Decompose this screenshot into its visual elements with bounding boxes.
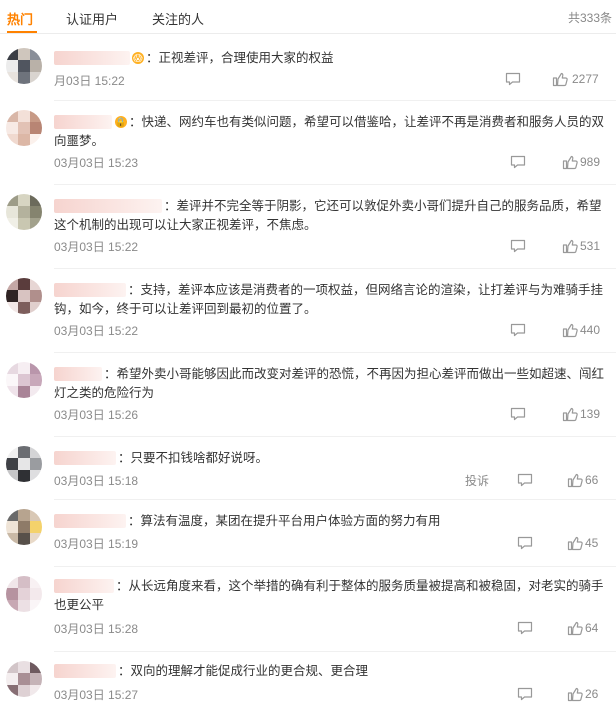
reply-bubble-icon[interactable] bbox=[505, 72, 521, 91]
active-tab-indicator bbox=[7, 31, 37, 33]
divider bbox=[54, 566, 616, 567]
like-thumb-icon[interactable] bbox=[552, 71, 568, 92]
comment-text: ：差评并不完全等于阴影，它还可以敦促外卖小哥们提升自己的服务品质，希望这个机制的… bbox=[54, 199, 602, 232]
divider bbox=[54, 268, 616, 269]
avatar[interactable] bbox=[6, 278, 42, 314]
avatar[interactable] bbox=[6, 194, 42, 230]
divider bbox=[54, 352, 616, 353]
reply-bubble-icon[interactable] bbox=[517, 536, 533, 555]
like-thumb-icon[interactable] bbox=[567, 472, 583, 493]
comment-time: 03月03日 15:28 bbox=[54, 622, 139, 636]
avatar[interactable] bbox=[6, 509, 42, 545]
like-count: 989 bbox=[580, 155, 601, 169]
like-thumb-icon[interactable] bbox=[562, 154, 578, 175]
tab-following[interactable]: 关注的人 bbox=[152, 9, 204, 28]
like-count: 45 bbox=[585, 536, 599, 550]
like-thumb-icon[interactable] bbox=[567, 620, 583, 641]
comment-time: 03月03日 15:27 bbox=[54, 688, 139, 702]
comment-text: ：从长远角度来看，这个举措的确有利于整体的服务质量被提高和被稳固，对老实的骑手也… bbox=[54, 579, 604, 612]
like-thumb-icon[interactable] bbox=[567, 535, 583, 556]
like-count: 64 bbox=[585, 621, 599, 635]
avatar[interactable] bbox=[6, 110, 42, 146]
comment-time: 03月03日 15:22 bbox=[54, 240, 139, 254]
avatar[interactable] bbox=[6, 576, 42, 612]
reply-bubble-icon[interactable] bbox=[510, 239, 526, 258]
tab-hot[interactable]: 热门 bbox=[7, 9, 33, 28]
comment-time: 03月03日 15:23 bbox=[54, 156, 139, 170]
like-count: 139 bbox=[580, 407, 601, 421]
comment-text: ：支持，差评本应该是消费者的一项权益，但网络言论的渲染，让打差评与为难骑手挂钩，… bbox=[54, 283, 604, 316]
divider bbox=[54, 100, 616, 101]
like-count: 2277 bbox=[572, 72, 599, 86]
comment-tabs: 热门 认证用户 关注的人 共333条 bbox=[0, 0, 616, 34]
reply-bubble-icon[interactable] bbox=[510, 323, 526, 342]
reply-bubble-icon[interactable] bbox=[517, 687, 533, 706]
comment-text: ：只要不扣钱啥都好说呀。 bbox=[118, 451, 269, 465]
divider bbox=[54, 184, 616, 185]
comment-time: 月03日 15:22 bbox=[54, 74, 125, 88]
like-count: 440 bbox=[580, 323, 601, 337]
like-thumb-icon[interactable] bbox=[562, 322, 578, 343]
avatar[interactable] bbox=[6, 362, 42, 398]
divider bbox=[54, 499, 616, 500]
divider bbox=[54, 436, 616, 437]
avatar[interactable] bbox=[6, 446, 42, 482]
like-thumb-icon[interactable] bbox=[562, 238, 578, 259]
comment-time: 03月03日 15:26 bbox=[54, 408, 139, 422]
comment-text: ：希望外卖小哥能够因此而改变对差评的恐慌，不再因为担心差评而做出一些如超速、闯红… bbox=[54, 367, 605, 400]
reply-bubble-icon[interactable] bbox=[510, 155, 526, 174]
comment-time: 03月03日 15:22 bbox=[54, 324, 139, 338]
like-count: 531 bbox=[580, 239, 601, 253]
like-thumb-icon[interactable] bbox=[567, 686, 583, 707]
avatar[interactable] bbox=[6, 661, 42, 697]
avatar[interactable] bbox=[6, 48, 42, 84]
report-button[interactable]: 投诉 bbox=[465, 472, 489, 489]
divider bbox=[54, 651, 616, 652]
reply-bubble-icon[interactable] bbox=[517, 473, 533, 492]
comment-total: 共333条 bbox=[567, 11, 612, 25]
comment-text: ：算法有温度，某团在提升平台用户体验方面的努力有用 bbox=[128, 514, 441, 528]
tab-verified-users[interactable]: 认证用户 bbox=[66, 9, 118, 28]
comment-text: ：正视差评，合理使用大家的权益 bbox=[146, 51, 334, 65]
reply-bubble-icon[interactable] bbox=[510, 407, 526, 426]
like-thumb-icon[interactable] bbox=[562, 406, 578, 427]
like-count: 26 bbox=[585, 687, 599, 701]
comment-time: 03月03日 15:19 bbox=[54, 537, 139, 551]
like-count: 66 bbox=[585, 473, 599, 487]
comment-text: ：快递、网约车也有类似问题，希望可以借鉴哈，让差评不再是消费者和服务人员的双向噩… bbox=[54, 115, 605, 148]
reply-bubble-icon[interactable] bbox=[517, 621, 533, 640]
comment-text: ：双向的理解才能促成行业的更合规、更合理 bbox=[118, 664, 369, 678]
comment-time: 03月03日 15:18 bbox=[54, 474, 139, 488]
